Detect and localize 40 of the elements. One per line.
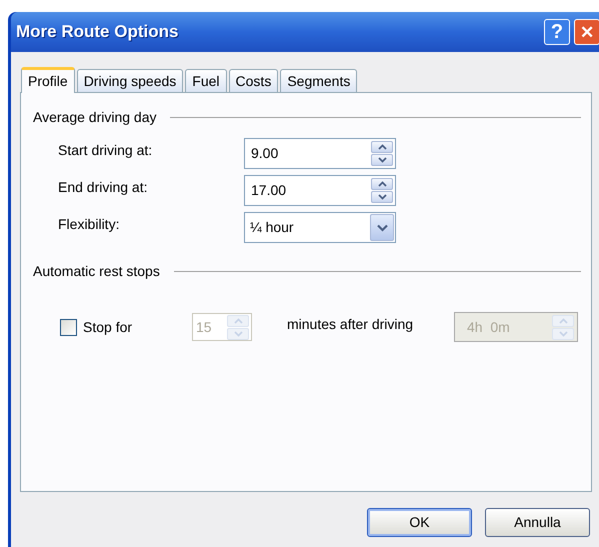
spin-down-button[interactable] [371,191,393,203]
duration-value: 4h 0m [467,318,510,336]
chevron-down-icon [234,330,242,336]
group-heading: Average driving day [33,108,156,127]
spin-field[interactable]: 17.00 [244,175,396,206]
chevron-up-icon [378,181,386,187]
chevron-up-icon [234,318,242,324]
chevron-up-icon [378,144,386,150]
tab[interactable]: Driving speeds [76,69,184,92]
tab[interactable]: Profile [21,67,75,93]
spin-field[interactable]: 9.00 [244,138,396,169]
help-button[interactable]: ? [544,19,570,45]
close-button[interactable]: ✕ [574,19,599,45]
checkbox[interactable] [60,318,77,336]
chevron-down-icon [378,157,386,163]
checkbox-label: Stop for [83,318,132,337]
spin-up-button[interactable] [371,141,393,153]
tab[interactable]: Segments [280,69,358,92]
cancel-button[interactable]: Annulla [485,508,590,537]
field-label: End driving at: [57,178,148,197]
tab[interactable]: Fuel [185,69,227,92]
spin-up-button[interactable] [371,178,393,190]
spin-down-button[interactable] [371,154,393,166]
tab[interactable]: Costs [228,69,278,92]
dropdown-button[interactable] [370,214,394,241]
chevron-up-icon [558,318,568,324]
after-label: minutes after driving [287,314,414,334]
field-label: Start driving at: [57,141,154,160]
dropdown-value: ¼ hour [250,218,294,237]
dropdown-field[interactable]: ¼ hour [244,212,396,243]
window-title: More Route Options [16,21,178,44]
spin-value: 17.00 [251,181,286,200]
group-heading: Automatic rest stops [33,262,160,281]
chevron-down-icon [558,330,568,336]
chevron-down-icon [376,224,388,232]
chevron-down-icon [378,194,386,200]
ok-button[interactable]: OK [367,508,472,537]
minutes-value: 15 [196,318,212,336]
field-label: Flexibility: [57,215,120,234]
spin-value: 9.00 [251,144,278,163]
